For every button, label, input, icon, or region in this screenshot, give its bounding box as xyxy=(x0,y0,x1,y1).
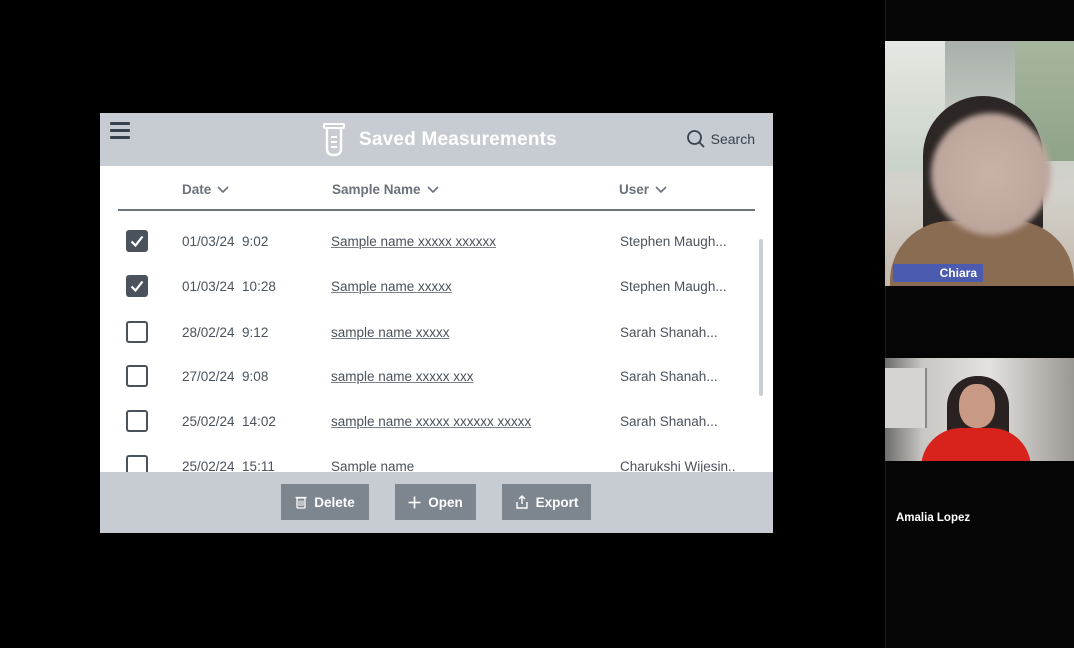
header-divider xyxy=(118,209,755,211)
participant-body xyxy=(921,428,1031,461)
table-header: Date Sample Name User xyxy=(100,166,773,209)
test-tube-icon xyxy=(323,123,345,157)
delete-button[interactable]: Delete xyxy=(281,484,369,520)
hamburger-menu-icon[interactable] xyxy=(110,122,132,140)
app-header: Saved Measurements Search xyxy=(100,113,773,166)
participant-video-tile[interactable] xyxy=(885,41,1074,286)
row-checkbox[interactable] xyxy=(126,365,148,387)
background-shelf xyxy=(885,368,927,428)
table-row[interactable]: 25/02/24 14:02 sample name xxxxx xxxxxx … xyxy=(100,402,760,442)
delete-label: Delete xyxy=(314,494,355,510)
row-user: Sarah Shanah... xyxy=(620,325,718,340)
column-date-sort[interactable]: Date xyxy=(182,182,229,197)
column-user-sort[interactable]: User xyxy=(619,182,667,197)
row-user: Stephen Maugh... xyxy=(620,279,727,294)
search-icon xyxy=(686,130,705,148)
participant-name-tag: Chiara xyxy=(893,264,983,282)
list-scrollbar[interactable] xyxy=(759,239,763,396)
action-bar: Delete Open Export xyxy=(100,472,773,533)
participant-name: Chiara xyxy=(939,266,977,280)
export-button[interactable]: Export xyxy=(502,484,591,520)
row-date: 01/03/24 9:02 xyxy=(182,234,269,249)
search-button[interactable]: Search xyxy=(686,129,755,149)
table-row[interactable]: 28/02/24 9:12 sample name xxxxx Sarah Sh… xyxy=(100,313,760,353)
search-label: Search xyxy=(710,131,755,147)
participant-video-tile[interactable] xyxy=(885,358,1074,461)
row-user: Charukshi Wijesin... xyxy=(620,459,735,472)
row-date: 25/02/24 14:02 xyxy=(182,414,276,429)
saved-measurements-window: Saved Measurements Search Date Sample Na… xyxy=(100,113,773,533)
row-date: 28/02/24 9:12 xyxy=(182,325,269,340)
share-icon xyxy=(515,495,528,509)
row-sample-name-link[interactable]: sample name xxxxx xxxxxx xxxxx xyxy=(331,414,531,429)
table-row[interactable]: 25/02/24 15:11 Sample name Charukshi Wij… xyxy=(100,447,760,472)
participant-face xyxy=(959,384,995,428)
row-user: Stephen Maugh... xyxy=(620,234,727,249)
chevron-down-icon xyxy=(217,185,229,193)
row-user: Sarah Shanah... xyxy=(620,414,718,429)
participant-name: Amalia Lopez xyxy=(896,512,971,524)
measurement-list: 01/03/24 9:02 Sample name xxxxx xxxxxx S… xyxy=(100,213,773,472)
page-title: Saved Measurements xyxy=(359,129,557,150)
row-date: 25/02/24 15:11 xyxy=(182,459,275,472)
open-label: Open xyxy=(428,494,463,510)
column-date-label: Date xyxy=(182,182,212,197)
row-checkbox[interactable] xyxy=(126,275,148,297)
row-date: 01/03/24 10:28 xyxy=(182,279,276,294)
row-checkbox[interactable] xyxy=(126,410,148,432)
export-label: Export xyxy=(535,494,579,510)
row-sample-name-link[interactable]: sample name xxxxx xyxy=(331,325,450,340)
row-sample-name-link[interactable]: Sample name xxxxx xyxy=(331,279,452,294)
blurred-face xyxy=(931,113,1051,235)
checkmark-icon xyxy=(130,235,144,248)
row-sample-name-link[interactable]: Sample name xyxy=(331,459,414,472)
row-sample-name-link[interactable]: Sample name xxxxx xxxxxx xyxy=(331,234,496,249)
trash-icon xyxy=(295,496,307,509)
open-button[interactable]: Open xyxy=(395,484,476,520)
chevron-down-icon xyxy=(426,185,439,193)
table-row[interactable]: 01/03/24 10:28 Sample name xxxxx Stephen… xyxy=(100,267,760,307)
column-sample-name-label: Sample Name xyxy=(332,182,421,197)
checkmark-icon xyxy=(130,280,144,293)
table-row[interactable]: 01/03/24 9:02 Sample name xxxxx xxxxxx S… xyxy=(100,222,760,262)
table-row[interactable]: 27/02/24 9:08 sample name xxxxx xxx Sara… xyxy=(100,357,760,397)
row-date: 27/02/24 9:08 xyxy=(182,369,269,384)
column-sample-name-sort[interactable]: Sample Name xyxy=(332,182,439,197)
title-group: Saved Measurements xyxy=(321,122,557,158)
row-user: Sarah Shanah... xyxy=(620,369,718,384)
row-checkbox[interactable] xyxy=(126,230,148,252)
column-user-label: User xyxy=(619,182,650,197)
row-checkbox[interactable] xyxy=(126,455,148,472)
row-checkbox[interactable] xyxy=(126,321,148,343)
plus-icon xyxy=(408,496,421,508)
chevron-down-icon xyxy=(655,185,667,193)
row-sample-name-link[interactable]: sample name xxxxx xxx xyxy=(331,369,474,384)
